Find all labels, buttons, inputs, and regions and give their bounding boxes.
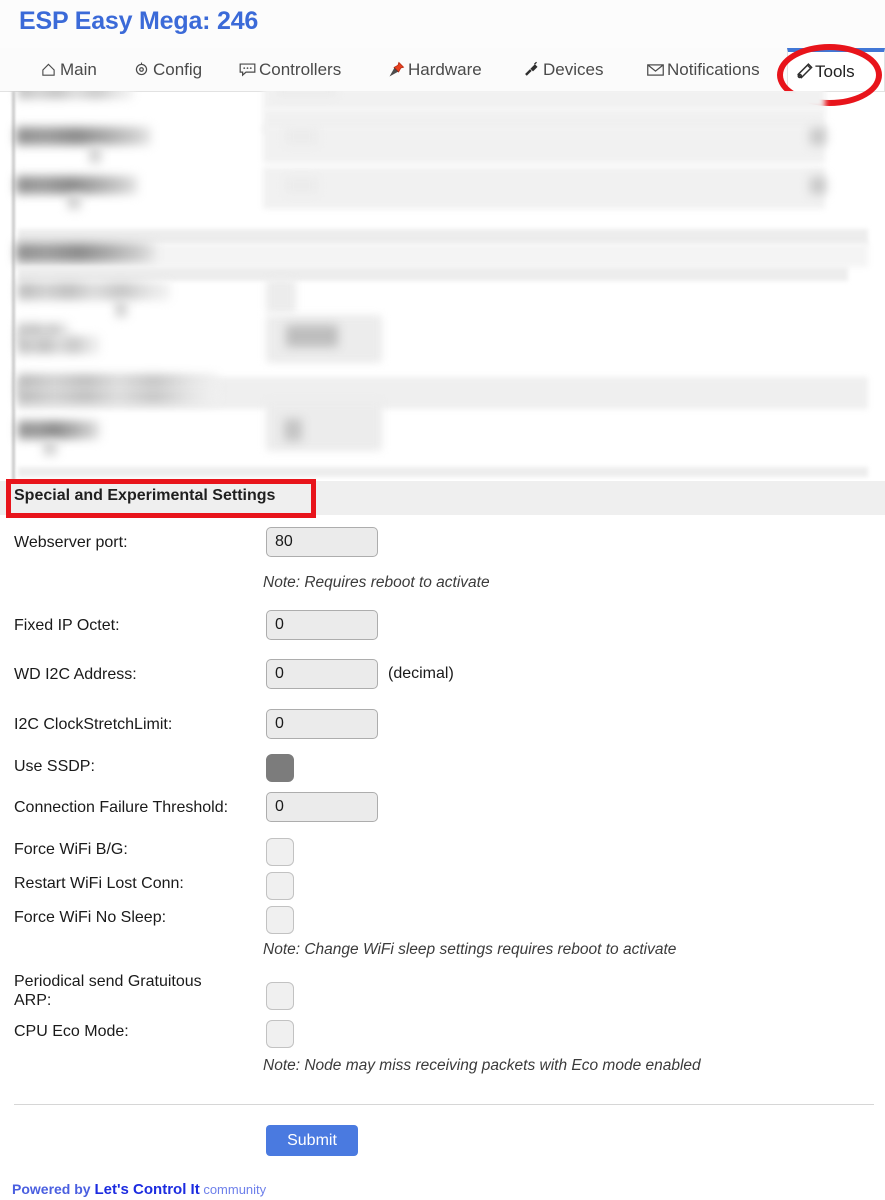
tab-hardware-label: Hardware — [408, 59, 482, 79]
redacted-row-background — [263, 91, 825, 109]
pushpin-icon — [387, 60, 406, 79]
restart-wifi-lost-conn-label: Restart WiFi Lost Conn: — [14, 875, 184, 892]
redacted-label — [18, 421, 100, 439]
redacted-label — [90, 147, 102, 163]
redacted-label — [18, 91, 133, 99]
wd-i2c-address-input[interactable] — [266, 659, 378, 689]
form-row-cpu-eco-mode: CPU Eco Mode: — [0, 1020, 885, 1052]
cpu-eco-mode-label: CPU Eco Mode: — [14, 1023, 129, 1040]
redacted-row-background — [263, 125, 825, 163]
i2c-clockstretchlimit-label: I2C ClockStretchLimit: — [14, 716, 173, 733]
redacted-input — [285, 128, 318, 145]
redacted-label — [116, 301, 128, 317]
envelope-icon — [646, 60, 665, 79]
tab-controllers-label: Controllers — [259, 59, 342, 79]
wrench-icon — [794, 62, 813, 81]
tab-notifications[interactable]: Notifications — [640, 48, 766, 91]
footer-brand-link[interactable]: Let's Control It — [94, 1181, 199, 1198]
force-wifi-no-sleep-checkbox[interactable] — [266, 906, 294, 934]
tab-tools[interactable]: Tools — [787, 48, 885, 91]
cpu-eco-mode-checkbox[interactable] — [266, 1020, 294, 1048]
redacted-row-background — [263, 167, 825, 209]
i2c-clockstretchlimit-input[interactable] — [266, 709, 378, 739]
redacted-input — [285, 177, 318, 194]
redacted-chip — [286, 325, 338, 347]
form-row-periodical-gratuitous-arp: Periodical send Gratuitous ARP: — [0, 972, 885, 1018]
tab-hardware[interactable]: Hardware — [381, 48, 488, 91]
force-wifi-no-sleep-note: Note: Change WiFi sleep settings require… — [263, 941, 677, 958]
form-row-force-wifi-no-sleep: Force WiFi No Sleep: — [0, 906, 885, 938]
force-wifi-bg-checkbox[interactable] — [266, 838, 294, 866]
tab-controllers[interactable]: Controllers — [232, 48, 347, 91]
tab-devices[interactable]: Devices — [516, 48, 609, 91]
footer-suffix-text: community — [199, 1182, 267, 1197]
redacted-chip — [810, 177, 826, 194]
wd-i2c-address-label: WD I2C Address: — [14, 666, 137, 683]
force-wifi-bg-label: Force WiFi B/G: — [14, 841, 128, 858]
table-left-border — [12, 91, 15, 480]
cpu-eco-mode-note: Note: Node may miss receiving packets wi… — [263, 1057, 701, 1074]
redacted-settings-region — [0, 91, 885, 480]
footer-credit: Powered by Let's Control It community — [12, 1181, 266, 1198]
fixed-ip-octet-label: Fixed IP Octet: — [14, 617, 120, 634]
webserver-port-input[interactable] — [266, 527, 378, 557]
redacted-label — [16, 127, 151, 145]
periodical-gratuitous-arp-checkbox[interactable] — [266, 982, 294, 1010]
tab-main[interactable]: Main — [33, 48, 103, 91]
submit-button[interactable]: Submit — [266, 1125, 358, 1156]
redacted-label — [68, 195, 82, 209]
form-row-webserver-port: Webserver port: — [0, 527, 885, 563]
wd-i2c-address-unit: (decimal) — [388, 665, 454, 682]
redacted-label — [16, 176, 138, 194]
form-row-fixed-ip-octet: Fixed IP Octet: — [0, 610, 885, 646]
home-icon — [39, 60, 58, 79]
tab-main-label: Main — [60, 59, 97, 79]
redacted-section-title — [16, 243, 156, 262]
tab-config-label: Config — [153, 59, 203, 79]
tab-config[interactable]: Config — [126, 48, 208, 91]
redacted-input — [276, 91, 336, 97]
periodical-gratuitous-arp-label: Periodical send Gratuitous ARP: — [14, 973, 202, 1009]
redacted-chip — [284, 419, 302, 441]
form-row-use-ssdp: Use SSDP: — [0, 754, 885, 788]
chat-bubble-icon — [238, 60, 257, 79]
page-header: ESP Easy Mega: 246 — [0, 0, 885, 48]
webserver-port-label: Webserver port: — [14, 534, 128, 551]
tab-notifications-label: Notifications — [667, 59, 760, 79]
redacted-input — [266, 279, 296, 313]
fixed-ip-octet-input[interactable] — [266, 610, 378, 640]
form-row-i2c-clockstretchlimit: I2C ClockStretchLimit: — [0, 709, 885, 745]
connection-failure-threshold-input[interactable] — [266, 792, 378, 822]
redacted-divider — [18, 467, 868, 477]
tab-tools-label: Tools — [815, 61, 855, 81]
section-header-title: Special and Experimental Settings — [14, 487, 276, 504]
plug-icon — [522, 60, 541, 79]
redacted-chip — [810, 128, 826, 145]
redacted-divider — [18, 267, 848, 281]
main-navigation: Main Config Controllers Hardware Devices… — [0, 48, 885, 92]
connection-failure-threshold-label: Connection Failure Threshold: — [14, 799, 229, 816]
footer-prefix-text: Powered by — [12, 1181, 95, 1197]
use-ssdp-checkbox[interactable] — [266, 754, 294, 782]
force-wifi-no-sleep-label: Force WiFi No Sleep: — [14, 909, 167, 926]
use-ssdp-label: Use SSDP: — [14, 758, 95, 775]
webserver-port-note: Note: Requires reboot to activate — [263, 574, 490, 591]
gear-icon — [132, 60, 151, 79]
redacted-label — [18, 336, 100, 354]
form-row-wd-i2c-address: WD I2C Address: (decimal) — [0, 659, 885, 695]
redacted-label — [18, 282, 170, 300]
redacted-label — [18, 388, 218, 404]
form-divider — [14, 1104, 874, 1105]
tab-devices-label: Devices — [543, 59, 604, 79]
redacted-label — [44, 441, 58, 455]
restart-wifi-lost-conn-checkbox[interactable] — [266, 872, 294, 900]
form-row-restart-wifi-lost-conn: Restart WiFi Lost Conn: — [0, 872, 885, 904]
page-title: ESP Easy Mega: 246 — [19, 7, 259, 35]
form-row-force-wifi-bg: Force WiFi B/G: — [0, 838, 885, 870]
form-row-connection-failure-threshold: Connection Failure Threshold: — [0, 792, 885, 828]
